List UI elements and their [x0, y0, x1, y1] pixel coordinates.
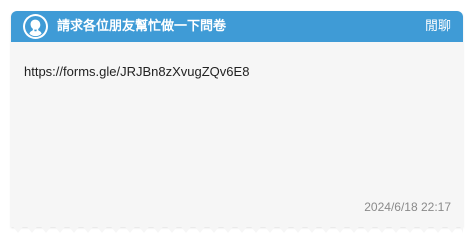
post-header: 請求各位朋友幫忙做一下問卷 閒聊 — [11, 11, 463, 42]
avatar — [23, 14, 48, 39]
dcard-post-preview: 請求各位朋友幫忙做一下問卷 閒聊 https://forms.gle/JRJBn… — [0, 0, 474, 244]
post-title[interactable]: 請求各位朋友幫忙做一下問卷 — [57, 11, 226, 42]
user-silhouette-icon — [25, 16, 46, 37]
post-body-link[interactable]: https://forms.gle/JRJBn8zXvugZQv6E8 — [24, 64, 249, 79]
torn-edge-divider — [11, 224, 463, 233]
post-timestamp: 2024/6/18 22:17 — [364, 200, 451, 214]
post-card: 請求各位朋友幫忙做一下問卷 閒聊 https://forms.gle/JRJBn… — [11, 11, 463, 227]
forum-board-link[interactable]: 閒聊 — [425, 11, 451, 42]
